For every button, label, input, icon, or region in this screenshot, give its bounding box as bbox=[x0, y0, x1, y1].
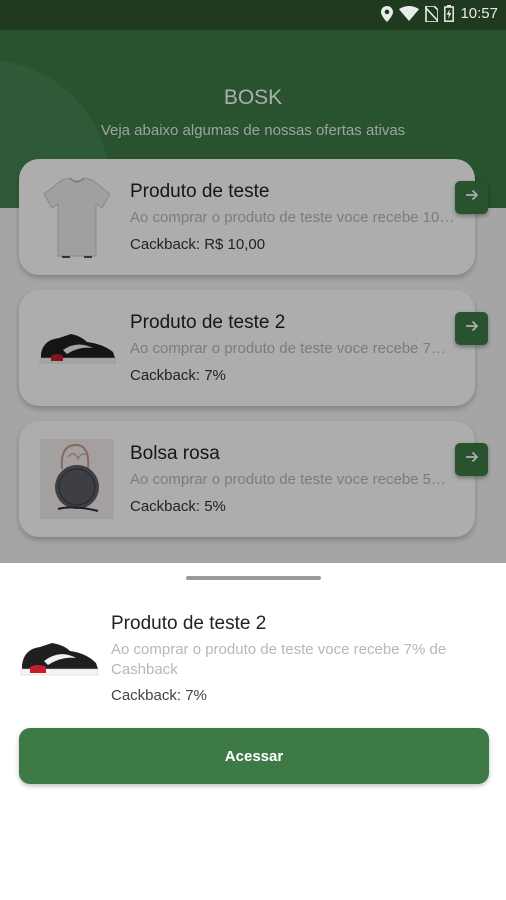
sheet-product-description: Ao comprar o produto de teste voce receb… bbox=[111, 641, 447, 678]
sneaker-image bbox=[18, 635, 100, 685]
sheet-drag-handle[interactable] bbox=[186, 576, 321, 580]
no-sim-icon bbox=[425, 5, 439, 22]
sheet-product-title: Produto de teste 2 bbox=[111, 613, 267, 634]
product-bottom-sheet: Produto de teste 2 Ao comprar o produto … bbox=[0, 563, 506, 900]
wifi-icon bbox=[399, 6, 420, 21]
status-bar: 10:57 bbox=[0, 0, 506, 30]
status-time: 10:57 bbox=[460, 5, 498, 22]
battery-icon bbox=[444, 5, 455, 22]
sheet-product-cashback: Cackback: 7% bbox=[111, 687, 207, 704]
status-icons: 10:57 bbox=[381, 5, 498, 22]
access-button[interactable]: Acessar bbox=[19, 728, 489, 784]
location-icon bbox=[381, 5, 394, 22]
